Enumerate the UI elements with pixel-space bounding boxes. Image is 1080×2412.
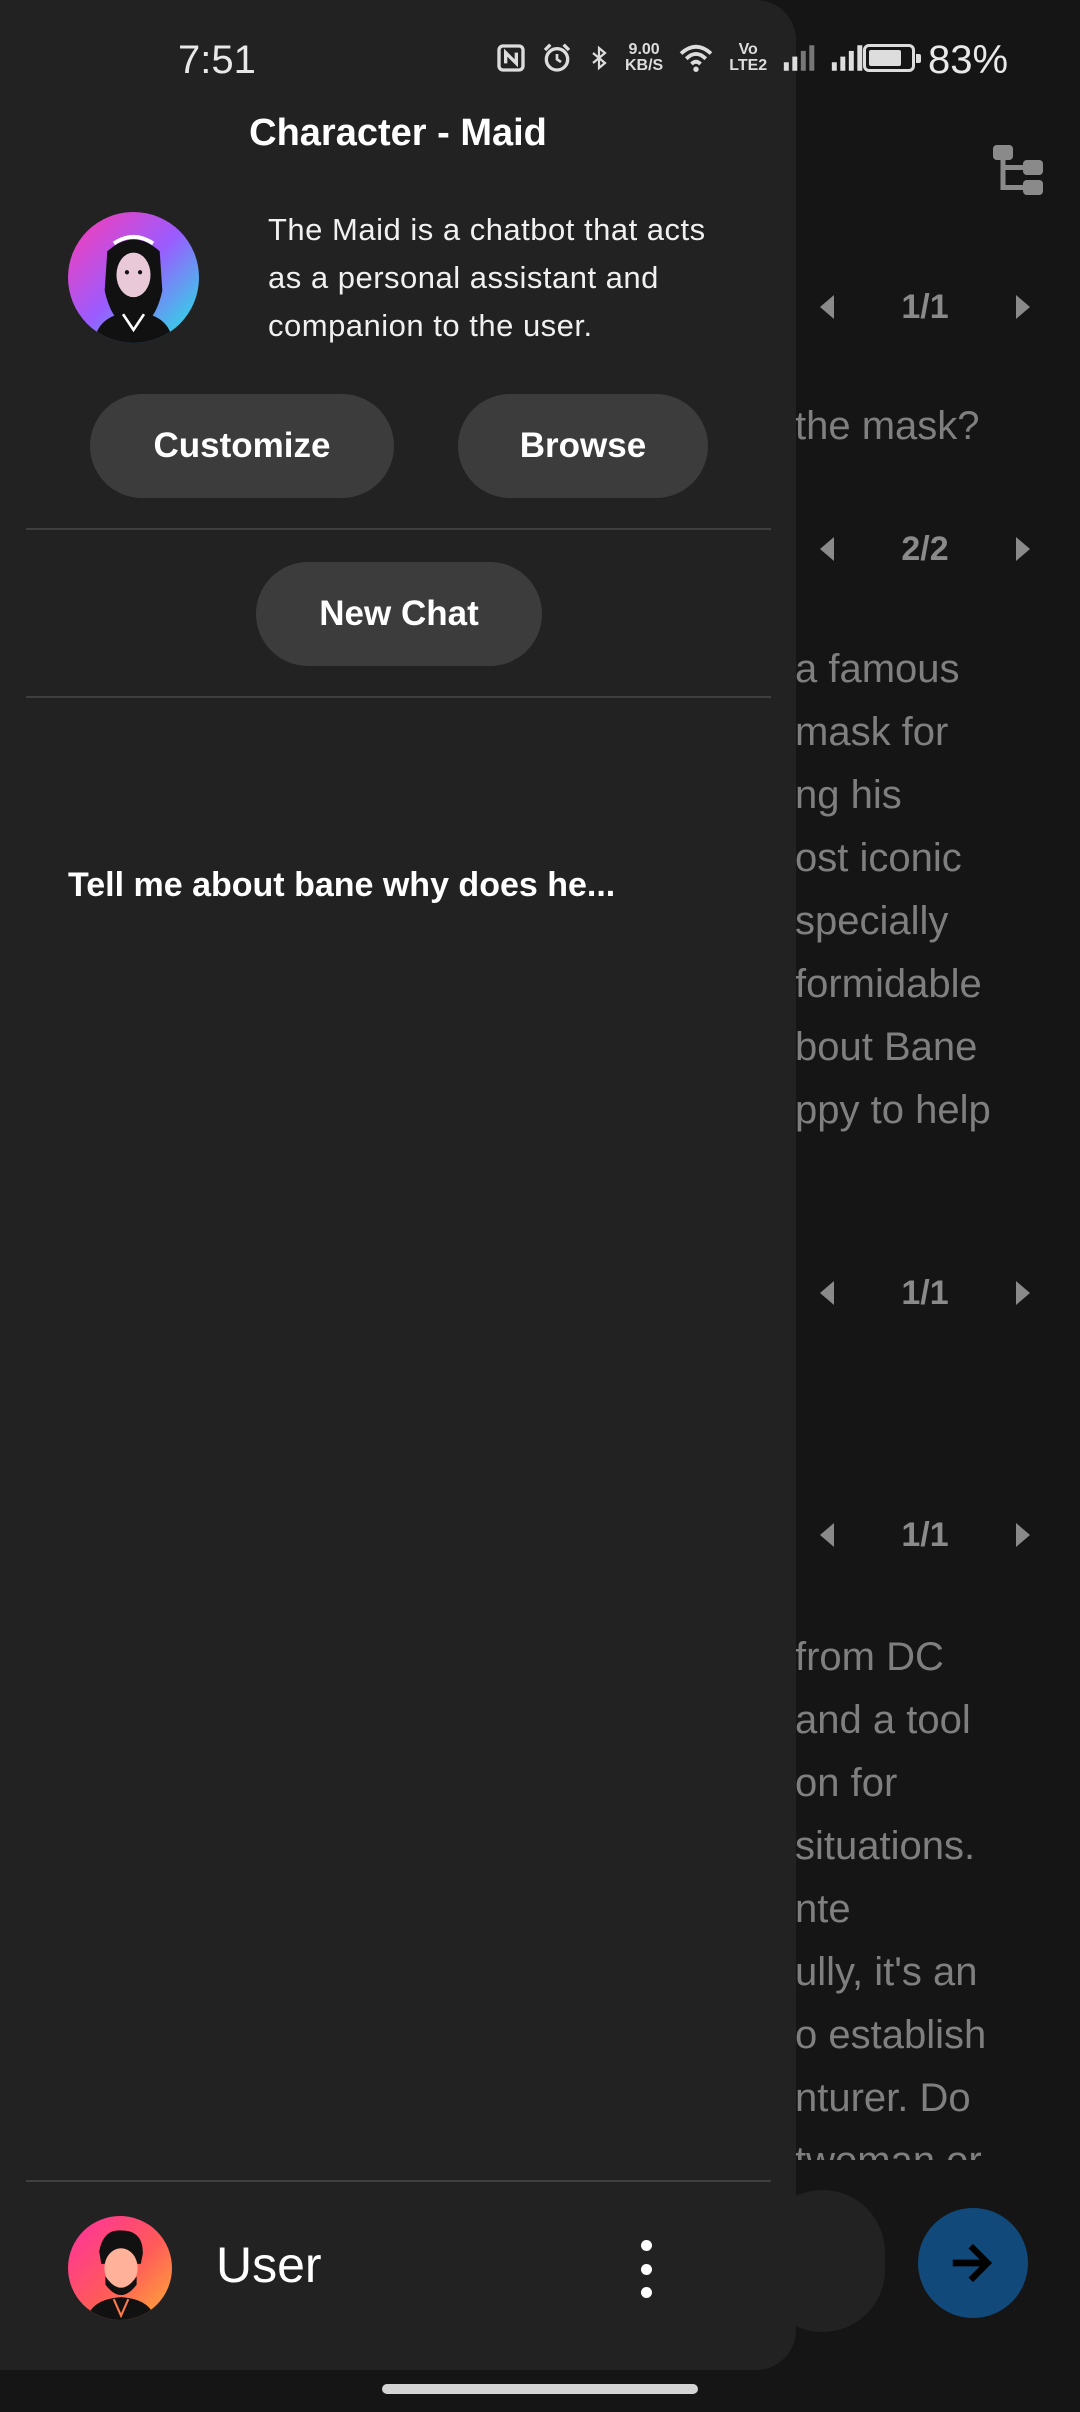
signal-icon (832, 45, 863, 71)
message-line: from DC (795, 1635, 944, 1679)
character-avatar[interactable] (68, 212, 199, 343)
alarm-icon (543, 43, 571, 72)
new-chat-button[interactable]: New Chat (256, 562, 542, 666)
status-icons: 9.00 KB/S Vo LTE2 (495, 40, 863, 76)
previous-arrow-icon[interactable] (820, 1523, 834, 1547)
assistant-message-fragment: a famous mask for ng his ost iconic spec… (795, 638, 991, 1142)
nfc-icon (497, 44, 525, 72)
message-line: twoman or (795, 2130, 986, 2160)
user-profile-row[interactable]: User (0, 2180, 796, 2350)
message-line: ng his (795, 773, 902, 817)
message-pager: 1/1 (820, 1268, 1030, 1318)
customize-button[interactable]: Customize (90, 394, 394, 498)
branch-tree-icon[interactable] (988, 140, 1048, 200)
maid-portrait-icon (94, 234, 173, 343)
message-line: o establish (795, 2013, 987, 2057)
message-pager: 1/1 (820, 282, 1030, 332)
pager-label: 1/1 (901, 287, 949, 326)
user-name: User (216, 2237, 322, 2293)
message-line: ully, it's an (795, 1950, 978, 1994)
gesture-home-bar[interactable] (382, 2384, 698, 2394)
next-arrow-icon[interactable] (1015, 295, 1030, 319)
message-line: specially (795, 899, 949, 943)
bluetooth-icon (592, 45, 607, 71)
more-options-icon[interactable] (630, 2240, 662, 2298)
next-arrow-icon[interactable] (1015, 537, 1030, 561)
message-line: bout Bane (795, 1025, 978, 1069)
browse-button[interactable]: Browse (458, 394, 708, 498)
next-arrow-icon[interactable] (1015, 1523, 1030, 1547)
chat-history-item[interactable]: Tell me about bane why does he... (68, 866, 615, 905)
pager-label: 1/1 (901, 1515, 949, 1554)
message-line: nturer. Do (795, 2076, 971, 2120)
pager-label: 2/2 (901, 529, 949, 568)
network-speed-value: 9.00 (628, 41, 660, 58)
previous-arrow-icon[interactable] (820, 295, 834, 319)
message-line: on for (795, 1761, 898, 1805)
message-line: a famous (795, 647, 960, 691)
user-message-fragment: the mask? (795, 404, 980, 448)
signal-icon (784, 45, 815, 71)
volte-indicator: Vo LTE2 (729, 42, 767, 74)
drawer-title: Character - Maid (249, 112, 547, 154)
wifi-icon (679, 44, 713, 72)
volte-line: Vo (738, 41, 758, 58)
assistant-message-fragment: from DC and a tool on for situations. nt… (795, 1626, 986, 2160)
message-line: ppy to help (795, 1088, 991, 1132)
network-speed: 9.00 KB/S (625, 42, 663, 74)
navigation-drawer: Character - Maid The Maid is a chatbot t… (0, 0, 796, 2370)
previous-arrow-icon[interactable] (820, 1281, 834, 1305)
network-speed-unit: KB/S (625, 57, 664, 74)
message-line: and a tool (795, 1698, 971, 1742)
next-arrow-icon[interactable] (1015, 1281, 1030, 1305)
divider (26, 696, 771, 698)
message-line: mask for (795, 710, 949, 754)
message-pager: 2/2 (820, 524, 1030, 574)
arrow-right-icon (952, 2243, 993, 2283)
send-button[interactable] (918, 2208, 1028, 2318)
user-portrait-icon (86, 2230, 156, 2320)
character-description: The Maid is a chatbot that acts as a per… (268, 212, 706, 343)
message-pager: 1/1 (820, 1510, 1030, 1560)
pager-label: 1/1 (901, 1273, 949, 1312)
message-line: formidable (795, 962, 982, 1006)
user-avatar[interactable] (68, 2216, 172, 2320)
message-line: ost iconic (795, 836, 962, 880)
message-line: nte (795, 1887, 851, 1931)
divider (26, 528, 771, 530)
previous-arrow-icon[interactable] (820, 537, 834, 561)
volte-line: LTE2 (729, 57, 768, 74)
clock: 7:51 (178, 38, 256, 82)
message-line: situations. (795, 1824, 976, 1868)
